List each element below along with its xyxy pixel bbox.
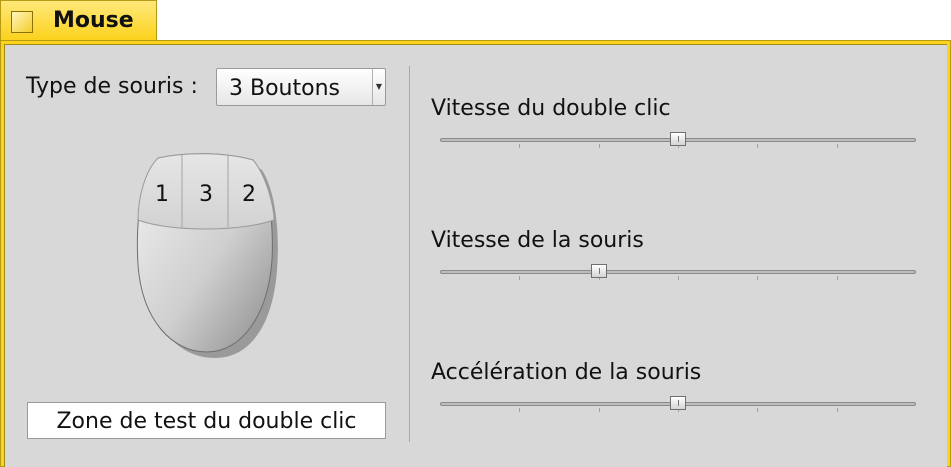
panel-divider (409, 66, 410, 442)
slider-tick (837, 276, 838, 280)
slider-tick (678, 276, 679, 280)
slider-tick (757, 144, 758, 148)
slider-tick (519, 408, 520, 412)
slider-tick (599, 144, 600, 148)
window-title: Mouse (53, 8, 134, 33)
window-title-tab[interactable]: Mouse (0, 0, 157, 40)
slider-tick (757, 408, 758, 412)
mouse-speed-label: Vitesse de la souris (431, 228, 644, 253)
slider-tick (837, 408, 838, 412)
double-click-speed-slider[interactable] (440, 132, 916, 152)
slider-tick (757, 276, 758, 280)
mouse-button-label[interactable]: 2 (242, 182, 256, 207)
double-click-speed-label: Vitesse du double clic (431, 96, 671, 121)
mouse-button-label[interactable]: 1 (155, 182, 169, 207)
mouse-speed-slider[interactable] (440, 264, 916, 284)
mouse-type-select[interactable]: 3 Boutons ▼ (216, 68, 386, 106)
double-click-test-zone[interactable]: Zone de test du double clic (27, 402, 386, 439)
mouse-acceleration-slider[interactable] (440, 396, 916, 416)
mouse-type-value: 3 Boutons (229, 76, 340, 101)
slider-tick (519, 276, 520, 280)
slider-track (440, 270, 916, 274)
slider-tick (837, 144, 838, 148)
mouse-button-label[interactable]: 3 (199, 182, 213, 207)
slider-tick (599, 408, 600, 412)
slider-thumb[interactable] (670, 132, 686, 146)
zoom-box-icon[interactable] (11, 11, 33, 33)
chevron-down-icon: ▼ (372, 69, 385, 105)
slider-thumb[interactable] (670, 396, 686, 410)
mouse-type-label: Type de souris : (26, 74, 198, 99)
mouse-acceleration-label: Accélération de la souris (431, 360, 702, 385)
slider-tick (519, 144, 520, 148)
slider-thumb[interactable] (591, 264, 607, 278)
mouse-icon: 1 3 2 (136, 153, 278, 358)
